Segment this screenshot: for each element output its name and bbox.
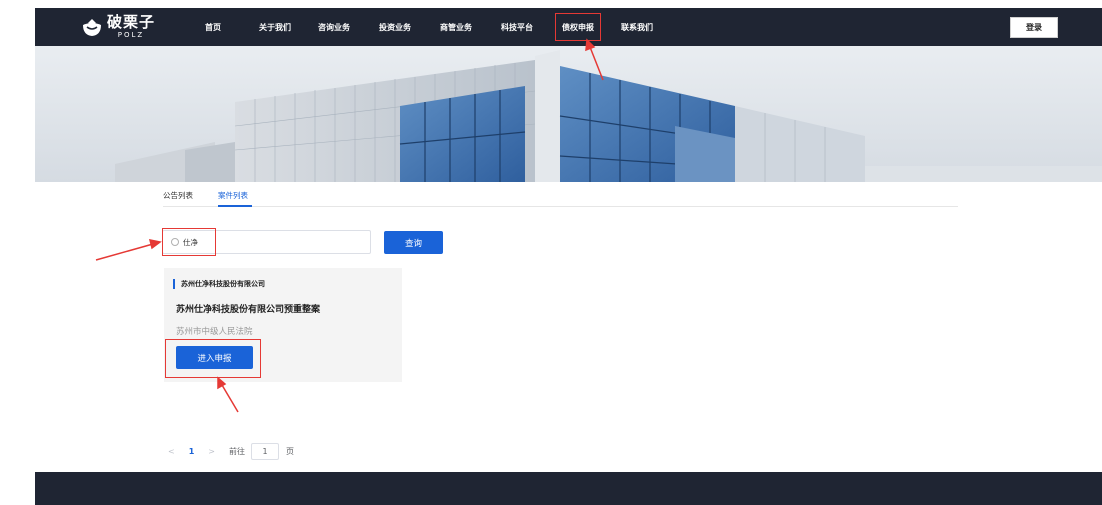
nav-item-contact[interactable]: 联系我们: [621, 8, 653, 46]
active-tab-indicator: [218, 205, 252, 207]
case-court: 苏州市中级人民法院: [176, 327, 253, 337]
query-button[interactable]: 查询: [384, 231, 443, 254]
logo[interactable]: 破栗子 POLZ: [81, 11, 155, 43]
hero-banner: [35, 46, 1102, 182]
nav-item-home[interactable]: 首页: [205, 8, 221, 46]
list-tabs: 公告列表 案件列表: [163, 187, 958, 207]
case-company-name: 苏州仕净科技股份有限公司: [173, 279, 265, 289]
pagination: < 1 > 前往 1 页: [168, 441, 294, 461]
nav-item-tech-platform[interactable]: 科技平台: [501, 8, 533, 46]
tab-case-list[interactable]: 案件列表: [218, 190, 248, 201]
page-number-1[interactable]: 1: [189, 447, 195, 456]
nav-item-investment[interactable]: 投资业务: [379, 8, 411, 46]
goto-label: 前往: [228, 446, 245, 456]
building-banner-image: [35, 46, 1102, 182]
login-button[interactable]: 登录: [1010, 17, 1058, 38]
search-highlight-box: [162, 228, 216, 256]
nav-item-claim-declaration[interactable]: 债权申报: [555, 13, 601, 41]
nav-item-consulting[interactable]: 咨询业务: [318, 8, 350, 46]
next-page-icon[interactable]: >: [208, 447, 215, 456]
prev-page-icon[interactable]: <: [168, 447, 175, 456]
page-footer: [35, 472, 1102, 505]
tab-announcement-list[interactable]: 公告列表: [163, 190, 193, 201]
logo-name-cn: 破栗子: [107, 13, 156, 31]
goto-page-input[interactable]: 1: [250, 442, 279, 460]
main-nav: 首页 关于我们 咨询业务 投资业务 商管业务 科技平台 债权申报 联系我们: [195, 8, 653, 46]
page-suffix-label: 页: [285, 446, 294, 456]
logo-name-en: POLZ: [117, 31, 145, 39]
top-header: 破栗子 POLZ 首页 关于我们 咨询业务 投资业务 商管业务 科技平台 债权申…: [35, 8, 1102, 46]
nav-item-commercial[interactable]: 商管业务: [440, 8, 472, 46]
button-highlight-box: [165, 339, 261, 378]
nav-item-about[interactable]: 关于我们: [259, 8, 291, 46]
chestnut-logo-icon: [83, 19, 101, 36]
case-title: 苏州仕净科技股份有限公司预重整案: [176, 305, 321, 315]
